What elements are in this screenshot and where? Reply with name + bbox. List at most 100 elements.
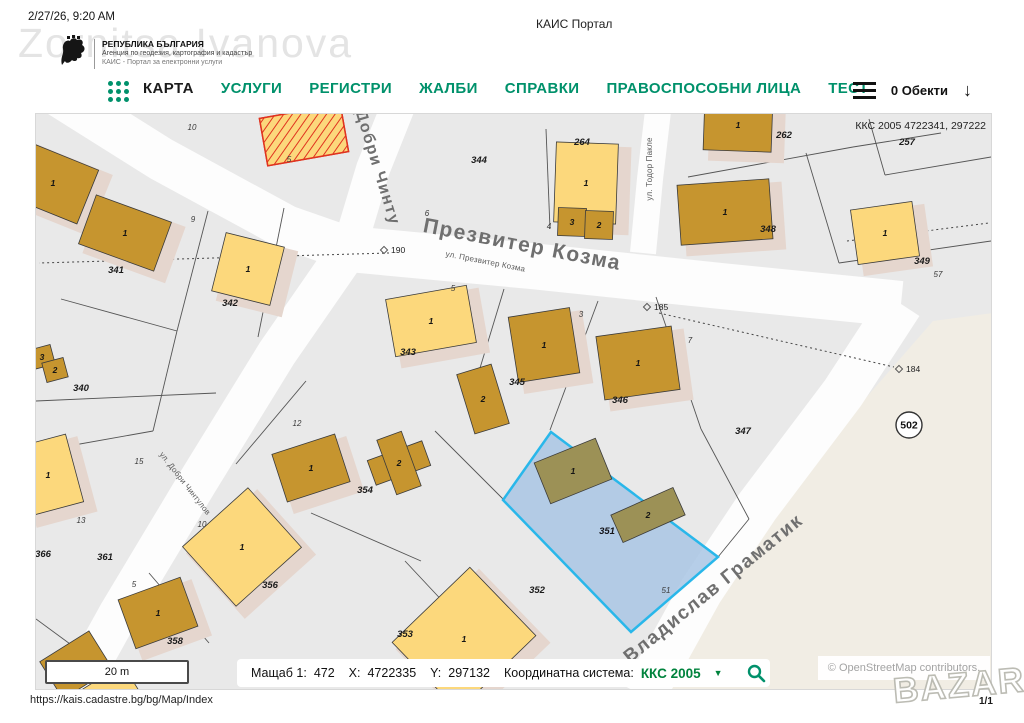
svg-text:346: 346 — [612, 395, 629, 406]
svg-text:3: 3 — [579, 310, 584, 319]
y-label: Y: — [430, 666, 441, 680]
svg-text:1: 1 — [309, 463, 314, 473]
svg-text:340: 340 — [73, 383, 90, 394]
svg-text:1: 1 — [883, 228, 888, 238]
svg-text:349: 349 — [914, 256, 931, 267]
scale-bar-label: 20 m — [105, 666, 129, 678]
svg-text:1: 1 — [571, 466, 576, 476]
svg-text:1: 1 — [542, 340, 547, 350]
svg-text:1: 1 — [429, 316, 434, 326]
apps-grid-icon[interactable] — [108, 81, 129, 102]
map-corner-note: ККС 2005 4722341, 297222 — [855, 120, 986, 132]
agency-logo: РЕПУБЛИКА БЪЛГАРИЯ Агенция по геодезия, … — [55, 35, 252, 72]
main-nav: КАРТА УСЛУГИ РЕГИСТРИ ЖАЛБИ СПРАВКИ ПРАВОСПОС… — [143, 80, 869, 97]
svg-text:184: 184 — [906, 364, 920, 374]
page-indicator: 1/1 — [979, 696, 993, 707]
hamburger-menu-icon[interactable] — [853, 82, 876, 99]
svg-text:342: 342 — [222, 298, 239, 309]
svg-text:4: 4 — [547, 222, 552, 231]
svg-text:343: 343 — [400, 347, 417, 358]
svg-text:356: 356 — [262, 580, 279, 591]
svg-text:366: 366 — [36, 549, 52, 560]
svg-text:3: 3 — [570, 217, 575, 227]
svg-text:185: 185 — [654, 302, 668, 312]
svg-text:2: 2 — [480, 394, 486, 404]
svg-text:358: 358 — [167, 636, 184, 647]
svg-text:ул. Тодор Пакле: ул. Тодор Пакле — [645, 137, 654, 201]
svg-text:1: 1 — [46, 470, 51, 480]
svg-text:2: 2 — [52, 365, 58, 375]
svg-text:7: 7 — [688, 336, 693, 345]
nav-item-pravosposobni-lica[interactable]: ПРАВОСПОСОБНИ ЛИЦА — [606, 80, 801, 97]
svg-text:1: 1 — [51, 178, 56, 188]
svg-text:5: 5 — [451, 284, 456, 293]
svg-text:1: 1 — [462, 634, 467, 644]
svg-text:1: 1 — [584, 178, 589, 188]
logo-line2: Агенция по геодезия, картография и кадас… — [102, 50, 252, 59]
svg-text:10: 10 — [188, 123, 197, 132]
nav-item-registri[interactable]: РЕГИСТРИ — [309, 80, 392, 97]
svg-text:10: 10 — [198, 520, 207, 529]
nav-right-cluster: 0 Обекти ↓ — [853, 80, 972, 101]
svg-text:344: 344 — [471, 155, 488, 166]
nav-item-karta[interactable]: КАРТА — [143, 80, 194, 97]
svg-text:341: 341 — [108, 265, 124, 276]
logo-line1: РЕПУБЛИКА БЪЛГАРИЯ — [102, 39, 252, 50]
svg-text:1: 1 — [156, 608, 161, 618]
svg-text:15: 15 — [135, 457, 144, 466]
svg-text:2: 2 — [396, 458, 402, 468]
svg-text:353: 353 — [397, 629, 414, 640]
svg-text:1: 1 — [736, 120, 741, 130]
browser-url: https://kais.cadastre.bg/bg/Map/Index — [30, 694, 213, 706]
svg-text:5: 5 — [132, 580, 137, 589]
svg-text:1: 1 — [123, 228, 128, 238]
svg-text:12: 12 — [293, 419, 302, 428]
svg-text:1: 1 — [246, 264, 251, 274]
crs-label: Координатна система: — [504, 666, 634, 680]
svg-text:1: 1 — [240, 542, 245, 552]
logo-line3: КАИС - Портал за електронни услуги — [102, 59, 252, 68]
svg-text:2: 2 — [645, 510, 651, 520]
svg-text:262: 262 — [775, 130, 793, 141]
svg-text:352: 352 — [529, 585, 546, 596]
map-scale-bar: 20 m — [45, 660, 189, 684]
map-canvas[interactable]: 1111321111121121113211123513413423403433… — [35, 113, 992, 690]
svg-text:190: 190 — [391, 245, 405, 255]
nav-item-zhalbi[interactable]: ЖАЛБИ — [419, 80, 478, 97]
svg-text:354: 354 — [357, 485, 374, 496]
objects-count[interactable]: 0 Обекти — [891, 83, 948, 98]
svg-text:264: 264 — [573, 137, 591, 148]
download-icon[interactable]: ↓ — [963, 80, 972, 101]
svg-text:1: 1 — [723, 207, 728, 217]
x-value: 4722335 — [367, 666, 416, 680]
svg-text:345: 345 — [509, 377, 526, 388]
nav-item-spravki[interactable]: СПРАВКИ — [505, 80, 580, 97]
scale-value: 472 — [314, 666, 335, 680]
svg-text:2: 2 — [596, 220, 602, 230]
scale-label: Мащаб 1: — [251, 666, 307, 680]
svg-text:57: 57 — [934, 270, 943, 279]
nav-item-uslugi[interactable]: УСЛУГИ — [221, 80, 282, 97]
svg-text:348: 348 — [760, 224, 777, 235]
crs-dropdown[interactable]: ККС 2005 — [641, 666, 701, 681]
logo-divider — [94, 39, 95, 69]
timestamp: 2/27/26, 9:20 AM — [28, 11, 115, 23]
lion-emblem-icon — [55, 35, 87, 72]
svg-text:3: 3 — [40, 352, 45, 362]
road-sign-502: 502 — [896, 412, 922, 438]
selected-parcel-label: 351 — [599, 526, 615, 537]
svg-text:502: 502 — [900, 420, 918, 432]
svg-text:5: 5 — [287, 155, 292, 164]
svg-text:361: 361 — [97, 552, 113, 563]
svg-text:51: 51 — [662, 586, 671, 595]
map-status-bar: Мащаб 1: 472 X: 4722335 Y: 297132 Коорди… — [237, 659, 770, 687]
svg-text:1: 1 — [636, 358, 641, 368]
chevron-down-icon[interactable]: ▼ — [714, 668, 723, 678]
svg-text:257: 257 — [898, 137, 916, 148]
svg-text:347: 347 — [735, 426, 752, 437]
y-value: 297132 — [448, 666, 490, 680]
svg-text:13: 13 — [77, 516, 86, 525]
svg-text:9: 9 — [191, 215, 196, 224]
search-icon[interactable] — [746, 663, 766, 683]
page-title: КАИС Портал — [536, 17, 612, 31]
